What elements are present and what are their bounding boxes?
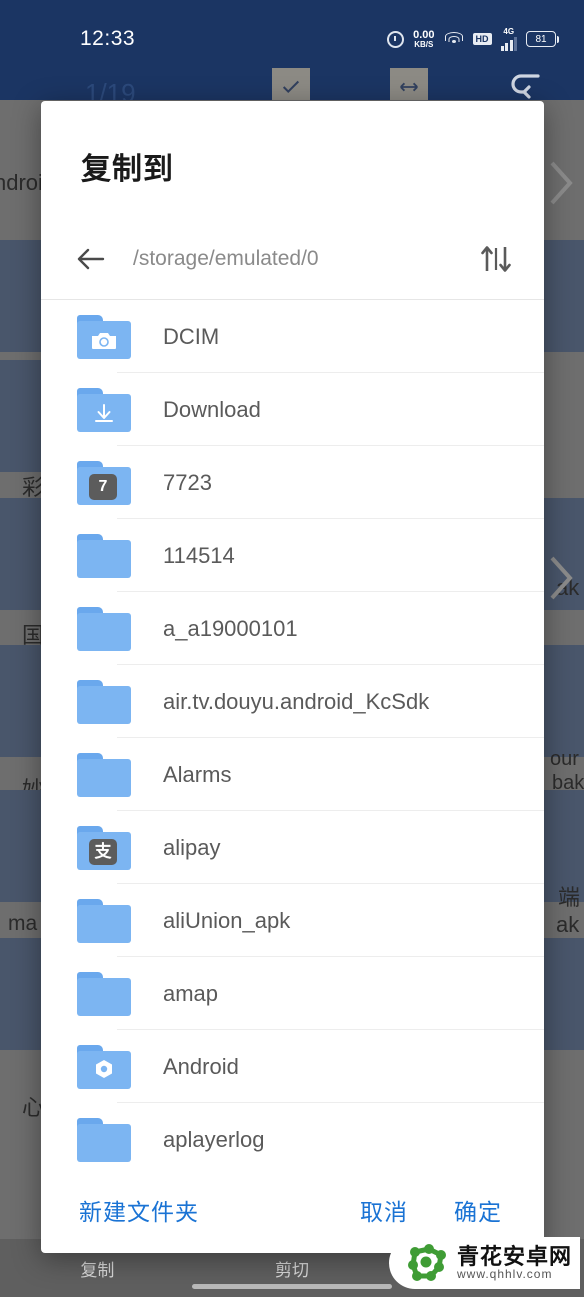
folder-icon bbox=[77, 1117, 131, 1162]
list-item-label: Android bbox=[163, 1053, 239, 1079]
bottom-action-cut[interactable]: 剪切 bbox=[195, 1256, 390, 1281]
list-item[interactable]: 114514 bbox=[41, 519, 544, 592]
dialog-title: 复制到 bbox=[81, 153, 174, 186]
list-item[interactable]: amap bbox=[41, 957, 544, 1030]
watermark-title: 青花安卓网 bbox=[456, 1244, 572, 1270]
chevron-right-icon bbox=[550, 556, 573, 600]
list-item[interactable]: Android bbox=[41, 1030, 544, 1103]
network-speed-unit: KB/S bbox=[414, 39, 434, 49]
list-item[interactable]: a_a19000101 bbox=[41, 592, 544, 665]
folder-icon bbox=[77, 752, 131, 797]
status-icons: 0.00 KB/S HD 4G 81 bbox=[387, 26, 559, 51]
sort-icon[interactable] bbox=[476, 239, 516, 279]
folder-icon bbox=[77, 971, 131, 1016]
folder-badge-label: 支 bbox=[89, 838, 117, 865]
folder-badge-label: 7 bbox=[89, 473, 117, 500]
network-speed-value: 0.00 bbox=[413, 28, 435, 41]
battery-icon: 81 bbox=[526, 31, 559, 47]
status-bar: 12:33 0.00 KB/S HD 4G 81 1/19 bbox=[0, 0, 584, 108]
network-type-label: 4G bbox=[503, 26, 515, 36]
folder-icon bbox=[77, 679, 131, 724]
folder-icon bbox=[77, 533, 131, 578]
list-item[interactable]: Download bbox=[41, 373, 544, 446]
watermark: 青花安卓网 www.qhhlv.com bbox=[388, 1237, 580, 1289]
path-bar: /storage/emulated/0 bbox=[41, 218, 544, 300]
back-arrow-icon[interactable] bbox=[69, 237, 113, 281]
list-item-label: Alarms bbox=[163, 761, 232, 787]
camera-folder-icon bbox=[77, 314, 131, 359]
undo-icon[interactable] bbox=[505, 68, 547, 104]
list-item-label: amap bbox=[163, 980, 219, 1006]
list-item-label: DCIM bbox=[163, 323, 220, 349]
list-item-label: Download bbox=[163, 396, 261, 422]
confirm-button[interactable]: 确定 bbox=[454, 1193, 502, 1227]
badge-folder-icon: 支 bbox=[77, 825, 131, 870]
list-item-label: a_a19000101 bbox=[163, 615, 298, 641]
list-item[interactable]: Alarms bbox=[41, 738, 544, 811]
list-item[interactable]: 支 alipay bbox=[41, 811, 544, 884]
alarm-icon bbox=[387, 30, 405, 48]
list-item-label: 7723 bbox=[163, 469, 212, 495]
chevron-right-icon bbox=[550, 161, 573, 205]
download-folder-icon bbox=[77, 387, 131, 432]
watermark-url: www.qhhlv.com bbox=[456, 1267, 553, 1282]
status-time: 12:33 bbox=[80, 27, 136, 50]
new-folder-button[interactable]: 新建文件夹 bbox=[79, 1193, 199, 1227]
list-item-label: aplayerlog bbox=[163, 1126, 265, 1152]
cancel-button[interactable]: 取消 bbox=[360, 1193, 408, 1227]
signal-icon: 4G bbox=[500, 26, 517, 51]
android-folder-icon bbox=[77, 1044, 131, 1089]
list-item-label: air.tv.douyu.android_KcSdk bbox=[163, 688, 430, 714]
copy-to-dialog: 复制到 /storage/emulated/0 DCIM Download 7 … bbox=[41, 101, 544, 1253]
bottom-action-copy[interactable]: 复制 bbox=[0, 1256, 195, 1281]
list-item[interactable]: DCIM bbox=[41, 300, 544, 373]
folder-icon bbox=[77, 898, 131, 943]
battery-level: 81 bbox=[535, 33, 547, 45]
list-item-label: 114514 bbox=[163, 542, 235, 568]
list-item[interactable]: aplayerlog bbox=[41, 1103, 544, 1167]
hd-icon: HD bbox=[472, 33, 492, 45]
wifi-icon bbox=[444, 31, 464, 47]
list-item[interactable]: aliUnion_apk bbox=[41, 884, 544, 957]
current-path[interactable]: /storage/emulated/0 bbox=[133, 247, 476, 271]
list-item[interactable]: 7 7723 bbox=[41, 446, 544, 519]
list-item-label: aliUnion_apk bbox=[163, 907, 291, 933]
badge-folder-icon: 7 bbox=[77, 460, 131, 505]
list-item-label: alipay bbox=[163, 834, 221, 860]
home-indicator[interactable] bbox=[192, 1284, 392, 1289]
network-speed-indicator: 0.00 KB/S bbox=[413, 28, 435, 49]
list-item[interactable]: air.tv.douyu.android_KcSdk bbox=[41, 665, 544, 738]
folder-icon bbox=[77, 606, 131, 651]
folder-list[interactable]: DCIM Download 7 7723 114514 a_a19000101 … bbox=[41, 300, 544, 1167]
watermark-logo-icon bbox=[407, 1244, 446, 1281]
